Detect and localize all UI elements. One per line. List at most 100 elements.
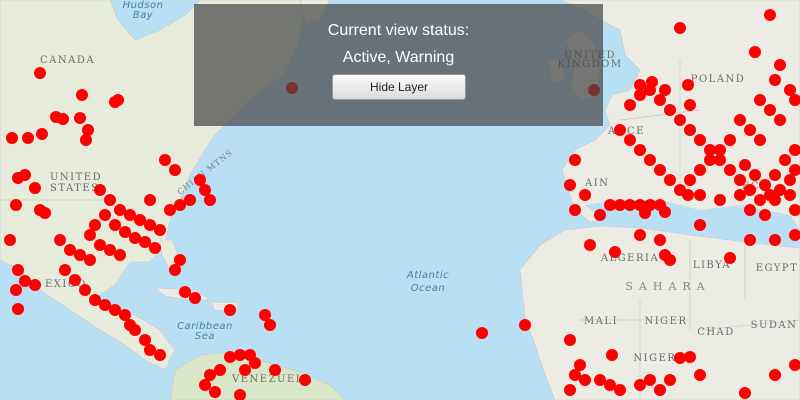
- feature-marker[interactable]: [714, 194, 726, 206]
- feature-marker[interactable]: [12, 303, 24, 315]
- feature-marker[interactable]: [682, 189, 694, 201]
- feature-marker[interactable]: [624, 134, 636, 146]
- feature-marker[interactable]: [694, 189, 706, 201]
- feature-marker[interactable]: [184, 194, 196, 206]
- feature-marker[interactable]: [769, 194, 781, 206]
- feature-marker[interactable]: [22, 132, 34, 144]
- feature-marker[interactable]: [79, 284, 91, 296]
- feature-marker[interactable]: [659, 206, 671, 218]
- feature-marker[interactable]: [754, 94, 766, 106]
- feature-marker[interactable]: [764, 104, 776, 116]
- feature-marker[interactable]: [84, 229, 96, 241]
- feature-marker[interactable]: [579, 189, 591, 201]
- feature-marker[interactable]: [199, 379, 211, 391]
- feature-marker[interactable]: [769, 234, 781, 246]
- feature-marker[interactable]: [104, 194, 116, 206]
- feature-marker[interactable]: [769, 369, 781, 381]
- feature-marker[interactable]: [784, 189, 796, 201]
- feature-marker[interactable]: [154, 224, 166, 236]
- feature-marker[interactable]: [579, 374, 591, 386]
- feature-marker[interactable]: [204, 194, 216, 206]
- feature-marker[interactable]: [749, 169, 761, 181]
- feature-marker[interactable]: [609, 246, 621, 258]
- feature-marker[interactable]: [774, 59, 786, 71]
- feature-marker[interactable]: [764, 9, 776, 21]
- feature-marker[interactable]: [674, 22, 686, 34]
- feature-marker[interactable]: [249, 357, 261, 369]
- feature-marker[interactable]: [29, 279, 41, 291]
- feature-marker[interactable]: [264, 319, 276, 331]
- feature-marker[interactable]: [12, 172, 24, 184]
- feature-marker[interactable]: [209, 386, 221, 398]
- feature-marker[interactable]: [476, 327, 488, 339]
- feature-marker[interactable]: [119, 226, 131, 238]
- feature-marker[interactable]: [80, 134, 92, 146]
- feature-marker[interactable]: [634, 144, 646, 156]
- feature-marker[interactable]: [724, 134, 736, 146]
- feature-marker[interactable]: [664, 254, 676, 266]
- feature-marker[interactable]: [269, 364, 281, 376]
- feature-marker[interactable]: [144, 194, 156, 206]
- feature-marker[interactable]: [744, 204, 756, 216]
- feature-marker[interactable]: [10, 199, 22, 211]
- feature-marker[interactable]: [614, 384, 626, 396]
- feature-marker[interactable]: [644, 154, 656, 166]
- feature-marker[interactable]: [674, 114, 686, 126]
- feature-marker[interactable]: [684, 99, 696, 111]
- feature-marker[interactable]: [179, 286, 191, 298]
- feature-marker[interactable]: [74, 112, 86, 124]
- feature-marker[interactable]: [734, 114, 746, 126]
- feature-marker[interactable]: [694, 369, 706, 381]
- feature-marker[interactable]: [29, 182, 41, 194]
- feature-marker[interactable]: [114, 249, 126, 261]
- feature-marker[interactable]: [634, 229, 646, 241]
- feature-marker[interactable]: [54, 234, 66, 246]
- feature-marker[interactable]: [659, 84, 671, 96]
- feature-marker[interactable]: [10, 284, 22, 296]
- feature-marker[interactable]: [109, 219, 121, 231]
- feature-marker[interactable]: [36, 128, 48, 140]
- feature-marker[interactable]: [654, 234, 666, 246]
- feature-marker[interactable]: [569, 204, 581, 216]
- feature-marker[interactable]: [154, 349, 166, 361]
- feature-marker[interactable]: [189, 292, 201, 304]
- feature-marker[interactable]: [59, 264, 71, 276]
- feature-marker[interactable]: [684, 124, 696, 136]
- feature-marker[interactable]: [734, 174, 746, 186]
- feature-marker[interactable]: [584, 239, 596, 251]
- feature-marker[interactable]: [694, 164, 706, 176]
- feature-marker[interactable]: [299, 374, 311, 386]
- feature-marker[interactable]: [654, 384, 666, 396]
- feature-marker[interactable]: [564, 384, 576, 396]
- feature-marker[interactable]: [624, 99, 636, 111]
- feature-marker[interactable]: [769, 74, 781, 86]
- feature-marker[interactable]: [12, 264, 24, 276]
- feature-marker[interactable]: [6, 132, 18, 144]
- feature-marker[interactable]: [734, 189, 746, 201]
- feature-marker[interactable]: [214, 364, 226, 376]
- feature-marker[interactable]: [694, 134, 706, 146]
- feature-marker[interactable]: [704, 144, 716, 156]
- feature-marker[interactable]: [634, 79, 646, 91]
- feature-marker[interactable]: [754, 134, 766, 146]
- feature-marker[interactable]: [76, 89, 88, 101]
- feature-marker[interactable]: [779, 154, 791, 166]
- feature-marker[interactable]: [759, 179, 771, 191]
- feature-marker[interactable]: [724, 164, 736, 176]
- feature-marker[interactable]: [4, 234, 16, 246]
- feature-marker[interactable]: [639, 207, 651, 219]
- feature-marker[interactable]: [99, 209, 111, 221]
- feature-marker[interactable]: [112, 94, 124, 106]
- feature-marker[interactable]: [594, 209, 606, 221]
- feature-marker[interactable]: [149, 242, 161, 254]
- feature-marker[interactable]: [744, 234, 756, 246]
- feature-marker[interactable]: [646, 76, 658, 88]
- feature-marker[interactable]: [569, 154, 581, 166]
- feature-marker[interactable]: [749, 46, 761, 58]
- feature-marker[interactable]: [724, 252, 736, 264]
- feature-marker[interactable]: [224, 351, 236, 363]
- feature-marker[interactable]: [774, 114, 786, 126]
- feature-marker[interactable]: [694, 219, 706, 231]
- feature-marker[interactable]: [769, 169, 781, 181]
- feature-marker[interactable]: [739, 387, 751, 399]
